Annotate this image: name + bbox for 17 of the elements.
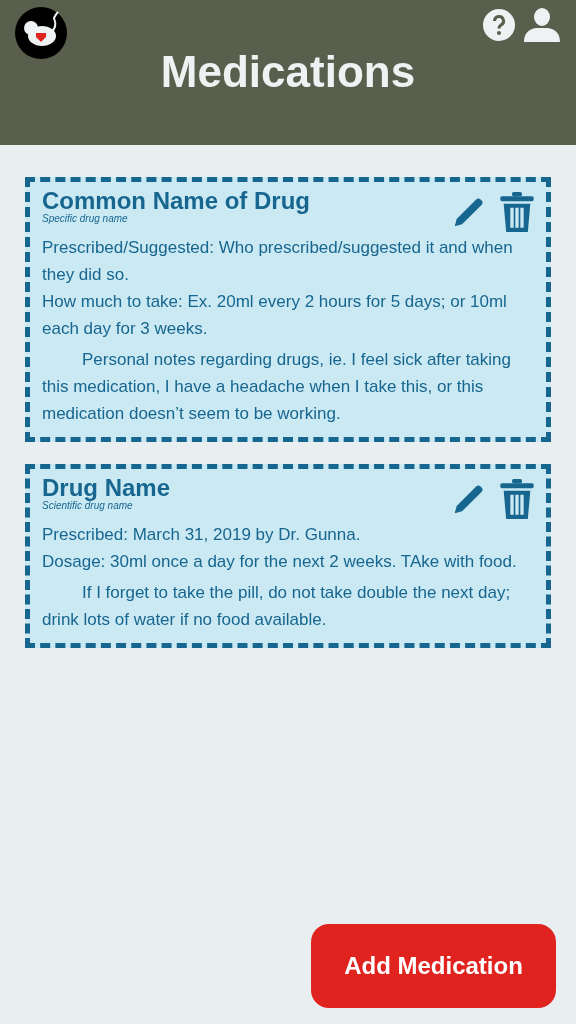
drug-name: Common Name of Drug — [42, 188, 310, 214]
drug-subname: Specific drug name — [42, 214, 129, 225]
drug-subname: Scientific drug name — [42, 501, 134, 512]
delete-icon[interactable] — [500, 479, 534, 519]
help-icon[interactable] — [482, 8, 516, 42]
drug-name: Drug Name — [42, 475, 171, 502]
personal-notes: If I forget to take the pill, do not take double the next day; drink lots of water if no food available. — [42, 582, 512, 631]
personal-notes: Personal notes regarding drugs, ie. I feel sick after taking this medication, I have a headache when I take this, or this medication doesn’t seem to be working. — [42, 349, 512, 425]
medication-detail: Prescribed/Suggested: Who prescribed/suggested it and when they did so. — [42, 237, 514, 286]
delete-icon[interactable] — [500, 192, 534, 232]
medication-detail: Dosage: 30ml once a day for the next 2 weeks. TAke with food. — [42, 551, 518, 573]
medication-detail: How much to take: Ex. 20ml every 2 hours for 5 days; or 10ml each day for 3 weeks. — [42, 291, 508, 340]
logo-icon[interactable] — [14, 6, 68, 60]
medication-detail: Prescribed: March 31, 2019 by Dr. Gunna. — [42, 524, 362, 546]
page-title: Medications — [160, 50, 416, 94]
user-icon[interactable] — [524, 8, 560, 42]
add-medication-button[interactable]: Add Medication — [311, 924, 556, 1008]
